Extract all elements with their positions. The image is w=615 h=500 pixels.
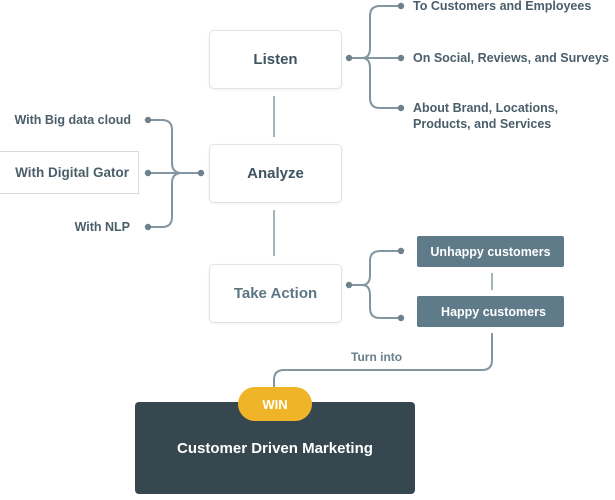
win-badge: WIN xyxy=(238,387,312,421)
analyze-label: Analyze xyxy=(247,165,304,182)
analyze-source-digital-gator[interactable]: With Digital Gator xyxy=(0,151,139,194)
result-title: Customer Driven Marketing xyxy=(177,439,373,457)
unhappy-customers-box[interactable]: Unhappy customers xyxy=(417,236,564,267)
analyze-branch xyxy=(144,116,205,231)
listen-node[interactable]: Listen xyxy=(209,30,342,89)
happy-customers-label: Happy customers xyxy=(441,304,546,319)
turn-into-label: Turn into xyxy=(351,350,403,364)
take-action-label: Take Action xyxy=(233,285,318,302)
listen-target-brand: About Brand, Locations, Products, and Se… xyxy=(413,101,559,131)
listen-label: Listen xyxy=(253,51,298,68)
happy-customers-box[interactable]: Happy customers xyxy=(417,296,564,327)
unhappy-customers-label: Unhappy customers xyxy=(430,244,551,259)
analyze-source-nlp: With NLP xyxy=(74,220,130,234)
analyze-node[interactable]: Analyze xyxy=(209,144,342,203)
win-badge-label: WIN xyxy=(262,396,288,412)
analyze-source-big-data: With Big data cloud xyxy=(14,113,131,127)
digital-gator-label: With Digital Gator xyxy=(15,165,129,180)
listen-branch xyxy=(345,2,405,112)
action-branch xyxy=(345,247,405,322)
listen-target-social: On Social, Reviews, and Surveys xyxy=(413,51,609,65)
listen-target-customers: To Customers and Employees xyxy=(413,0,592,13)
take-action-node[interactable]: Take Action xyxy=(209,264,342,323)
